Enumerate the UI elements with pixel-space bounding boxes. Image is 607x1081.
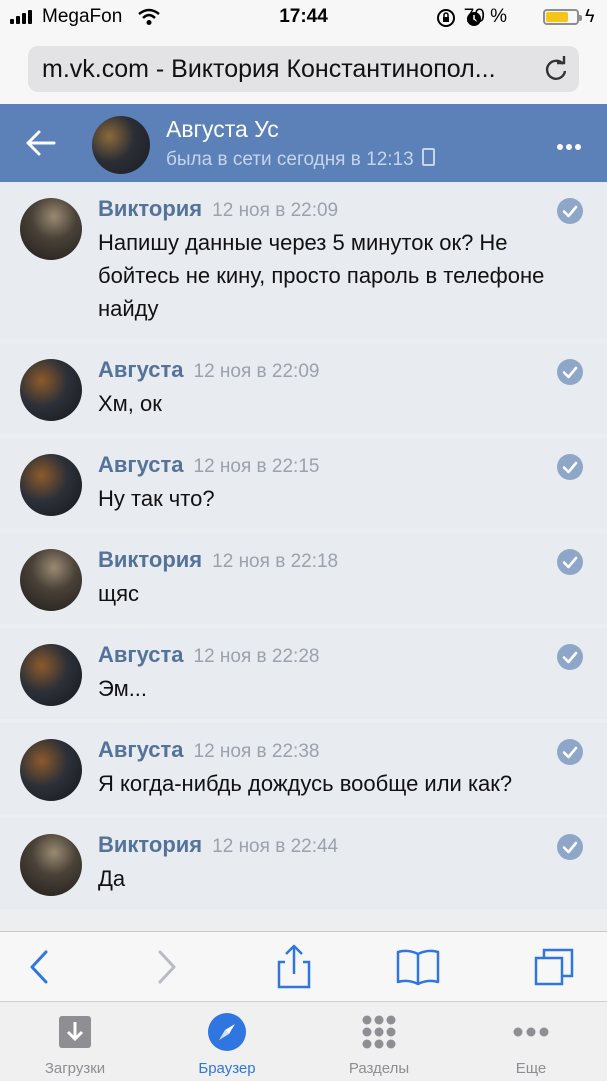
- author-name[interactable]: Виктория: [98, 196, 202, 221]
- author-name[interactable]: Августа: [98, 357, 184, 382]
- read-check-icon: [557, 359, 583, 385]
- message-text: Я когда-нибдь дождусь вообще или как?: [98, 771, 513, 796]
- tab-browser[interactable]: Браузер: [152, 1002, 302, 1081]
- rotation-lock-icon: [437, 9, 455, 27]
- last-seen-text: была в сети сегодня в 12:13: [166, 149, 414, 170]
- read-check-icon: [557, 454, 583, 480]
- more-icon: [513, 1027, 549, 1037]
- chat-header: Августа Ус была в сети сегодня в 12:13: [0, 104, 607, 182]
- battery-percent: 70 %: [463, 6, 507, 27]
- clock: 17:44: [279, 6, 328, 27]
- message-text: Хм, ок: [98, 391, 162, 416]
- app-tab-bar: Загрузки Браузер Разделы Еще: [0, 1001, 607, 1080]
- message-date: 12 ноя в 22:44: [212, 836, 339, 857]
- read-check-icon: [557, 198, 583, 224]
- mobile-icon: [421, 148, 435, 166]
- back-icon[interactable]: [16, 944, 64, 990]
- bookmarks-icon[interactable]: [394, 944, 442, 990]
- message-date: 12 ноя в 22:15: [193, 456, 320, 477]
- author-avatar[interactable]: [20, 454, 82, 516]
- author-avatar[interactable]: [20, 834, 82, 896]
- grid-icon: [362, 1015, 396, 1049]
- tab-label: Еще: [515, 1060, 547, 1077]
- tab-label: Браузер: [198, 1060, 256, 1077]
- message-item[interactable]: Виктория 12 ноя в 22:09 Напишу данные чер…: [0, 182, 607, 339]
- contact-name[interactable]: Августа Ус: [166, 116, 279, 143]
- browser-toolbar: [0, 931, 607, 1001]
- reload-icon[interactable]: [543, 56, 569, 82]
- message-header: Виктория 12 ноя в 22:18: [98, 547, 557, 573]
- read-check-icon: [557, 739, 583, 765]
- message-header: Виктория 12 ноя в 22:09: [98, 196, 557, 222]
- message-date: 12 ноя в 22:18: [212, 551, 339, 572]
- message-item[interactable]: Виктория 12 ноя в 22:44 Да: [0, 818, 607, 909]
- message-item[interactable]: Виктория 12 ноя в 22:18 щяс: [0, 533, 607, 624]
- tab-downloads[interactable]: Загрузки: [0, 1002, 150, 1081]
- contact-avatar[interactable]: [92, 116, 150, 174]
- message-header: Августа 12 ноя в 22:15: [98, 452, 557, 478]
- author-name[interactable]: Августа: [98, 452, 184, 477]
- message-date: 12 ноя в 22:38: [193, 741, 320, 762]
- address-bar[interactable]: m.vk.com - Виктория Константинопол...: [28, 46, 579, 92]
- read-check-icon: [557, 644, 583, 670]
- author-avatar[interactable]: [20, 739, 82, 801]
- status-bar: MegaFon 17:44 70 % ϟ: [0, 0, 607, 34]
- contact-status: была в сети сегодня в 12:13: [166, 148, 435, 171]
- message-text: Да: [98, 866, 126, 891]
- compass-icon: [208, 1013, 246, 1051]
- message-header: Виктория 12 ноя в 22:44: [98, 832, 557, 858]
- message-header: Августа 12 ноя в 22:28: [98, 642, 557, 668]
- tabs-icon[interactable]: [530, 944, 578, 990]
- author-avatar[interactable]: [20, 198, 82, 260]
- message-item[interactable]: Августа 12 ноя в 22:28 Эм...: [0, 628, 607, 719]
- message-text: Эм...: [98, 676, 148, 701]
- url-text[interactable]: m.vk.com - Виктория Константинопол...: [42, 55, 522, 84]
- author-name[interactable]: Августа: [98, 737, 184, 762]
- read-check-icon: [557, 834, 583, 860]
- message-item[interactable]: Августа 12 ноя в 22:38 Я когда-нибдь дожд…: [0, 723, 607, 814]
- message-date: 12 ноя в 22:09: [193, 361, 320, 382]
- message-text: щяс: [98, 581, 140, 606]
- message-item[interactable]: Августа 12 ноя в 22:09 Хм, ок: [0, 343, 607, 434]
- message-text: Напишу данные через 5 минуток ок? Не бой…: [98, 230, 545, 321]
- back-arrow-icon[interactable]: [24, 126, 58, 160]
- author-name[interactable]: Августа: [98, 642, 184, 667]
- tab-sections[interactable]: Разделы: [304, 1002, 454, 1081]
- author-avatar[interactable]: [20, 359, 82, 421]
- author-name[interactable]: Виктория: [98, 832, 202, 857]
- tab-label: Загрузки: [44, 1060, 106, 1077]
- message-date: 12 ноя в 22:28: [193, 646, 320, 667]
- author-name[interactable]: Виктория: [98, 547, 202, 572]
- browser-address-area: m.vk.com - Виктория Константинопол...: [0, 34, 607, 104]
- author-avatar[interactable]: [20, 644, 82, 706]
- battery-icon: [543, 9, 582, 25]
- tab-label: Разделы: [348, 1060, 410, 1077]
- download-icon: [59, 1016, 91, 1048]
- read-check-icon: [557, 549, 583, 575]
- message-date: 12 ноя в 22:09: [212, 200, 339, 221]
- forward-icon[interactable]: [142, 944, 190, 990]
- author-avatar[interactable]: [20, 549, 82, 611]
- tab-more[interactable]: Еще: [456, 1002, 606, 1081]
- message-list: Виктория 12 ноя в 22:09 Напишу данные чер…: [0, 182, 607, 913]
- message-header: Августа 12 ноя в 22:09: [98, 357, 557, 383]
- more-options-icon[interactable]: [554, 137, 581, 155]
- charging-icon: ϟ: [585, 6, 595, 26]
- message-text: Ну так что?: [98, 486, 215, 511]
- share-icon[interactable]: [270, 944, 318, 990]
- message-header: Августа 12 ноя в 22:38: [98, 737, 557, 763]
- message-item[interactable]: Августа 12 ноя в 22:15 Ну так что?: [0, 438, 607, 529]
